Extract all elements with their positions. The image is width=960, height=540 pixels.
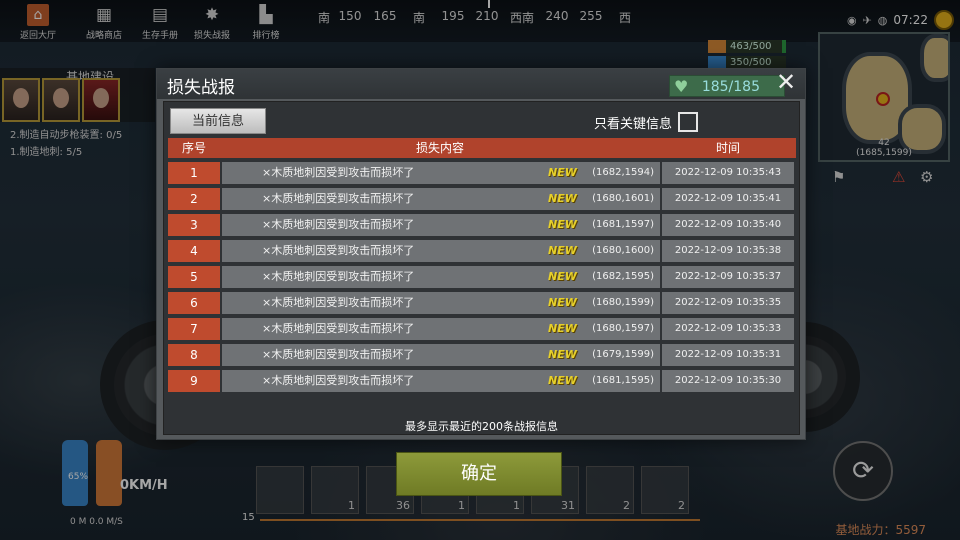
row-position[interactable]: (1680,1597): [592, 318, 654, 340]
row-time: 2022-12-09 10:35:33: [662, 318, 794, 340]
row-content-cell: ×木质地刺因受到攻击而损坏了 NEW (1680,1600): [222, 240, 660, 262]
row-content-cell: ×木质地刺因受到攻击而损坏了 NEW (1682,1595): [222, 266, 660, 288]
table-row: 7 ×木质地刺因受到攻击而损坏了 NEW (1680,1597) 2022-12…: [168, 318, 796, 340]
row-no: 4: [168, 240, 220, 262]
row-time: 2022-12-09 10:35:30: [662, 370, 794, 392]
row-position[interactable]: (1680,1601): [592, 188, 654, 210]
table-row: 5 ×木质地刺因受到攻击而损坏了 NEW (1682,1595) 2022-12…: [168, 266, 796, 288]
tab-current-info[interactable]: 当前信息: [170, 108, 266, 134]
base-hp-box: ♥ 185/185: [669, 75, 785, 97]
row-position[interactable]: (1681,1595): [592, 370, 654, 392]
report-panel: 当前信息 只看关键信息 序号 损失内容 时间 1 ×木质地刺因受到攻击而损坏了 …: [163, 101, 800, 435]
table-row: 2 ×木质地刺因受到攻击而损坏了 NEW (1680,1601) 2022-12…: [168, 188, 796, 210]
report-table: 序号 损失内容 时间 1 ×木质地刺因受到攻击而损坏了 NEW (1682,15…: [168, 138, 796, 392]
confirm-button[interactable]: 确定: [396, 452, 562, 496]
new-badge: NEW: [548, 270, 577, 283]
header-time: 时间: [715, 141, 740, 155]
new-badge: NEW: [548, 374, 577, 387]
row-time: 2022-12-09 10:35:40: [662, 214, 794, 236]
key-info-checkbox[interactable]: [678, 112, 699, 132]
row-position[interactable]: (1680,1599): [592, 292, 654, 314]
table-row: 9 ×木质地刺因受到攻击而损坏了 NEW (1681,1595) 2022-12…: [168, 370, 796, 392]
row-content-cell: ×木质地刺因受到攻击而损坏了 NEW (1680,1601): [222, 188, 660, 210]
row-no: 3: [168, 214, 220, 236]
new-badge: NEW: [548, 166, 577, 179]
table-row: 1 ×木质地刺因受到攻击而损坏了 NEW (1682,1594) 2022-12…: [168, 162, 796, 184]
row-time: 2022-12-09 10:35:37: [662, 266, 794, 288]
row-content: ×木质地刺因受到攻击而损坏了: [262, 192, 415, 205]
row-content: ×木质地刺因受到攻击而损坏了: [262, 296, 415, 309]
row-position[interactable]: (1682,1595): [592, 266, 654, 288]
row-content-cell: ×木质地刺因受到攻击而损坏了 NEW (1681,1597): [222, 214, 660, 236]
row-content: ×木质地刺因受到攻击而损坏了: [262, 322, 415, 335]
table-row: 3 ×木质地刺因受到攻击而损坏了 NEW (1681,1597) 2022-12…: [168, 214, 796, 236]
row-content: ×木质地刺因受到攻击而损坏了: [262, 348, 415, 361]
row-time: 2022-12-09 10:35:38: [662, 240, 794, 262]
row-time: 2022-12-09 10:35:43: [662, 162, 794, 184]
row-content-cell: ×木质地刺因受到攻击而损坏了 NEW (1682,1594): [222, 162, 660, 184]
row-position[interactable]: (1679,1599): [592, 344, 654, 366]
row-time: 2022-12-09 10:35:35: [662, 292, 794, 314]
row-position[interactable]: (1680,1600): [592, 240, 654, 262]
row-no: 8: [168, 344, 220, 366]
row-no: 7: [168, 318, 220, 340]
row-time: 2022-12-09 10:35:31: [662, 344, 794, 366]
row-content: ×木质地刺因受到攻击而损坏了: [262, 244, 415, 257]
row-content-cell: ×木质地刺因受到攻击而损坏了 NEW (1679,1599): [222, 344, 660, 366]
close-icon: ✕: [775, 68, 797, 96]
new-badge: NEW: [548, 296, 577, 309]
dialog-title: 损失战报: [167, 78, 235, 98]
table-row: 6 ×木质地刺因受到攻击而损坏了 NEW (1680,1599) 2022-12…: [168, 292, 796, 314]
new-badge: NEW: [548, 218, 577, 231]
row-content: ×木质地刺因受到攻击而损坏了: [262, 166, 415, 179]
header-no: 序号: [181, 141, 206, 155]
row-content-cell: ×木质地刺因受到攻击而损坏了 NEW (1680,1599): [222, 292, 660, 314]
row-content-cell: ×木质地刺因受到攻击而损坏了 NEW (1680,1597): [222, 318, 660, 340]
close-button[interactable]: ✕: [773, 70, 799, 96]
key-info-label: 只看关键信息: [594, 116, 673, 132]
dialog-header: 损失战报 ♥ 185/185 ✕: [157, 69, 805, 99]
row-no: 1: [168, 162, 220, 184]
damage-report-dialog: 损失战报 ♥ 185/185 ✕ 当前信息 只看关键信息 序号 损失内容 时间 …: [156, 68, 806, 440]
new-badge: NEW: [548, 322, 577, 335]
row-no: 6: [168, 292, 220, 314]
row-content: ×木质地刺因受到攻击而损坏了: [262, 270, 415, 283]
header-content: 损失内容: [415, 141, 464, 155]
new-badge: NEW: [548, 348, 577, 361]
row-content: ×木质地刺因受到攻击而损坏了: [262, 218, 415, 231]
row-content: ×木质地刺因受到攻击而损坏了: [262, 374, 415, 387]
row-no: 9: [168, 370, 220, 392]
table-row: 8 ×木质地刺因受到攻击而损坏了 NEW (1679,1599) 2022-12…: [168, 344, 796, 366]
row-position[interactable]: (1681,1597): [592, 214, 654, 236]
new-badge: NEW: [548, 192, 577, 205]
table-header: 序号 损失内容 时间: [168, 138, 796, 158]
row-no: 2: [168, 188, 220, 210]
new-badge: NEW: [548, 244, 577, 257]
row-content-cell: ×木质地刺因受到攻击而损坏了 NEW (1681,1595): [222, 370, 660, 392]
row-time: 2022-12-09 10:35:41: [662, 188, 794, 210]
row-no: 5: [168, 266, 220, 288]
row-position[interactable]: (1682,1594): [592, 162, 654, 184]
table-row: 4 ×木质地刺因受到攻击而损坏了 NEW (1680,1600) 2022-12…: [168, 240, 796, 262]
base-hp-value: 185/185: [701, 79, 760, 95]
heart-icon: ♥: [674, 77, 689, 96]
key-info-filter[interactable]: 只看关键信息: [594, 112, 699, 132]
report-limit-note: 最多显示最近的200条战报信息: [405, 420, 558, 433]
